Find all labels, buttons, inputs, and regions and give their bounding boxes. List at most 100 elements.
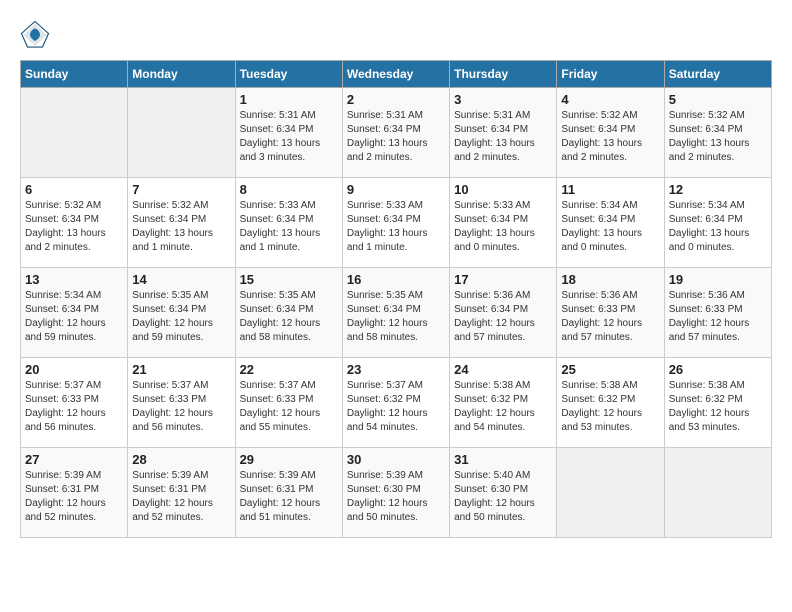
day-number: 12: [669, 182, 767, 197]
day-info: Sunrise: 5:33 AMSunset: 6:34 PMDaylight:…: [240, 199, 338, 255]
day-cell: 11 Sunrise: 5:34 AMSunset: 6:34 PMDayligh…: [557, 178, 664, 268]
day-cell: 10 Sunrise: 5:33 AMSunset: 6:34 PMDayligh…: [450, 178, 557, 268]
day-number: 5: [669, 92, 767, 107]
day-info: Sunrise: 5:32 AMSunset: 6:34 PMDaylight:…: [669, 109, 767, 165]
day-cell: 30 Sunrise: 5:39 AMSunset: 6:30 PMDayligh…: [342, 448, 449, 538]
day-number: 2: [347, 92, 445, 107]
week-row-5: 27 Sunrise: 5:39 AMSunset: 6:31 PMDayligh…: [21, 448, 772, 538]
day-info: Sunrise: 5:35 AMSunset: 6:34 PMDaylight:…: [132, 289, 230, 345]
header-friday: Friday: [557, 61, 664, 88]
day-number: 18: [561, 272, 659, 287]
day-cell: 29 Sunrise: 5:39 AMSunset: 6:31 PMDayligh…: [235, 448, 342, 538]
day-number: 20: [25, 362, 123, 377]
day-cell: 21 Sunrise: 5:37 AMSunset: 6:33 PMDayligh…: [128, 358, 235, 448]
header-tuesday: Tuesday: [235, 61, 342, 88]
day-number: 4: [561, 92, 659, 107]
day-cell: 3Sunrise: 5:31 AMSunset: 6:34 PMDaylight…: [450, 88, 557, 178]
day-number: 27: [25, 452, 123, 467]
day-cell: 16Sunrise: 5:35 AMSunset: 6:34 PMDayligh…: [342, 268, 449, 358]
header-row: SundayMondayTuesdayWednesdayThursdayFrid…: [21, 61, 772, 88]
day-number: 23: [347, 362, 445, 377]
day-number: 31: [454, 452, 552, 467]
day-number: 6: [25, 182, 123, 197]
day-number: 13: [25, 272, 123, 287]
day-number: 7: [132, 182, 230, 197]
week-row-3: 13 Sunrise: 5:34 AMSunset: 6:34 PMDayligh…: [21, 268, 772, 358]
day-number: 19: [669, 272, 767, 287]
day-info: Sunrise: 5:32 AMSunset: 6:34 PMDaylight:…: [25, 199, 123, 255]
day-info: Sunrise: 5:39 AMSunset: 6:30 PMDaylight:…: [347, 469, 445, 525]
day-cell: 5 Sunrise: 5:32 AMSunset: 6:34 PMDaylight…: [664, 88, 771, 178]
day-number: 10: [454, 182, 552, 197]
header-sunday: Sunday: [21, 61, 128, 88]
header-thursday: Thursday: [450, 61, 557, 88]
day-info: Sunrise: 5:39 AMSunset: 6:31 PMDaylight:…: [25, 469, 123, 525]
day-cell: 18 Sunrise: 5:36 AMSunset: 6:33 PMDayligh…: [557, 268, 664, 358]
day-cell: 6 Sunrise: 5:32 AMSunset: 6:34 PMDaylight…: [21, 178, 128, 268]
day-cell: 13 Sunrise: 5:34 AMSunset: 6:34 PMDayligh…: [21, 268, 128, 358]
day-info: Sunrise: 5:34 AMSunset: 6:34 PMDaylight:…: [561, 199, 659, 255]
day-info: Sunrise: 5:32 AMSunset: 6:34 PMDaylight:…: [561, 109, 659, 165]
day-info: Sunrise: 5:34 AMSunset: 6:34 PMDaylight:…: [669, 199, 767, 255]
day-number: 14: [132, 272, 230, 287]
day-cell: 1 Sunrise: 5:31 AMSunset: 6:34 PMDaylight…: [235, 88, 342, 178]
day-cell: 12 Sunrise: 5:34 AMSunset: 6:34 PMDayligh…: [664, 178, 771, 268]
day-cell: 26Sunrise: 5:38 AMSunset: 6:32 PMDayligh…: [664, 358, 771, 448]
day-number: 17: [454, 272, 552, 287]
day-cell: 15 Sunrise: 5:35 AMSunset: 6:34 PMDayligh…: [235, 268, 342, 358]
day-cell: 24 Sunrise: 5:38 AMSunset: 6:32 PMDayligh…: [450, 358, 557, 448]
day-cell: 25 Sunrise: 5:38 AMSunset: 6:32 PMDayligh…: [557, 358, 664, 448]
day-info: Sunrise: 5:40 AMSunset: 6:30 PMDaylight:…: [454, 469, 552, 525]
day-info: Sunrise: 5:37 AMSunset: 6:33 PMDaylight:…: [132, 379, 230, 435]
day-number: 21: [132, 362, 230, 377]
week-row-2: 6 Sunrise: 5:32 AMSunset: 6:34 PMDaylight…: [21, 178, 772, 268]
day-info: Sunrise: 5:35 AMSunset: 6:34 PMDaylight:…: [240, 289, 338, 345]
day-info: Sunrise: 5:39 AMSunset: 6:31 PMDaylight:…: [132, 469, 230, 525]
day-cell: 9 Sunrise: 5:33 AMSunset: 6:34 PMDaylight…: [342, 178, 449, 268]
day-cell: 4 Sunrise: 5:32 AMSunset: 6:34 PMDaylight…: [557, 88, 664, 178]
day-number: 25: [561, 362, 659, 377]
day-info: Sunrise: 5:31 AMSunset: 6:34 PMDaylight:…: [240, 109, 338, 165]
day-cell: 22Sunrise: 5:37 AMSunset: 6:33 PMDayligh…: [235, 358, 342, 448]
day-cell: [21, 88, 128, 178]
day-number: 11: [561, 182, 659, 197]
day-cell: [557, 448, 664, 538]
day-info: Sunrise: 5:38 AMSunset: 6:32 PMDaylight:…: [561, 379, 659, 435]
day-info: Sunrise: 5:37 AMSunset: 6:33 PMDaylight:…: [25, 379, 123, 435]
day-info: Sunrise: 5:33 AMSunset: 6:34 PMDaylight:…: [347, 199, 445, 255]
header-saturday: Saturday: [664, 61, 771, 88]
day-info: Sunrise: 5:34 AMSunset: 6:34 PMDaylight:…: [25, 289, 123, 345]
logo-icon: [20, 20, 50, 50]
page-header: [20, 20, 772, 50]
day-number: 29: [240, 452, 338, 467]
day-number: 26: [669, 362, 767, 377]
week-row-1: 1 Sunrise: 5:31 AMSunset: 6:34 PMDaylight…: [21, 88, 772, 178]
header-monday: Monday: [128, 61, 235, 88]
day-cell: 20 Sunrise: 5:37 AMSunset: 6:33 PMDayligh…: [21, 358, 128, 448]
day-cell: 8Sunrise: 5:33 AMSunset: 6:34 PMDaylight…: [235, 178, 342, 268]
day-number: 24: [454, 362, 552, 377]
day-cell: 14 Sunrise: 5:35 AMSunset: 6:34 PMDayligh…: [128, 268, 235, 358]
calendar-table: SundayMondayTuesdayWednesdayThursdayFrid…: [20, 60, 772, 538]
day-info: Sunrise: 5:31 AMSunset: 6:34 PMDaylight:…: [347, 109, 445, 165]
day-number: 16: [347, 272, 445, 287]
day-info: Sunrise: 5:32 AMSunset: 6:34 PMDaylight:…: [132, 199, 230, 255]
day-number: 9: [347, 182, 445, 197]
day-info: Sunrise: 5:36 AMSunset: 6:33 PMDaylight:…: [669, 289, 767, 345]
week-row-4: 20 Sunrise: 5:37 AMSunset: 6:33 PMDayligh…: [21, 358, 772, 448]
day-cell: 7 Sunrise: 5:32 AMSunset: 6:34 PMDaylight…: [128, 178, 235, 268]
day-info: Sunrise: 5:38 AMSunset: 6:32 PMDaylight:…: [454, 379, 552, 435]
day-info: Sunrise: 5:37 AMSunset: 6:32 PMDaylight:…: [347, 379, 445, 435]
day-number: 30: [347, 452, 445, 467]
day-info: Sunrise: 5:36 AMSunset: 6:33 PMDaylight:…: [561, 289, 659, 345]
day-info: Sunrise: 5:33 AMSunset: 6:34 PMDaylight:…: [454, 199, 552, 255]
day-cell: 28 Sunrise: 5:39 AMSunset: 6:31 PMDayligh…: [128, 448, 235, 538]
day-number: 28: [132, 452, 230, 467]
logo: [20, 20, 54, 50]
day-info: Sunrise: 5:39 AMSunset: 6:31 PMDaylight:…: [240, 469, 338, 525]
day-number: 1: [240, 92, 338, 107]
day-info: Sunrise: 5:37 AMSunset: 6:33 PMDaylight:…: [240, 379, 338, 435]
day-cell: 2 Sunrise: 5:31 AMSunset: 6:34 PMDaylight…: [342, 88, 449, 178]
day-number: 15: [240, 272, 338, 287]
header-wednesday: Wednesday: [342, 61, 449, 88]
